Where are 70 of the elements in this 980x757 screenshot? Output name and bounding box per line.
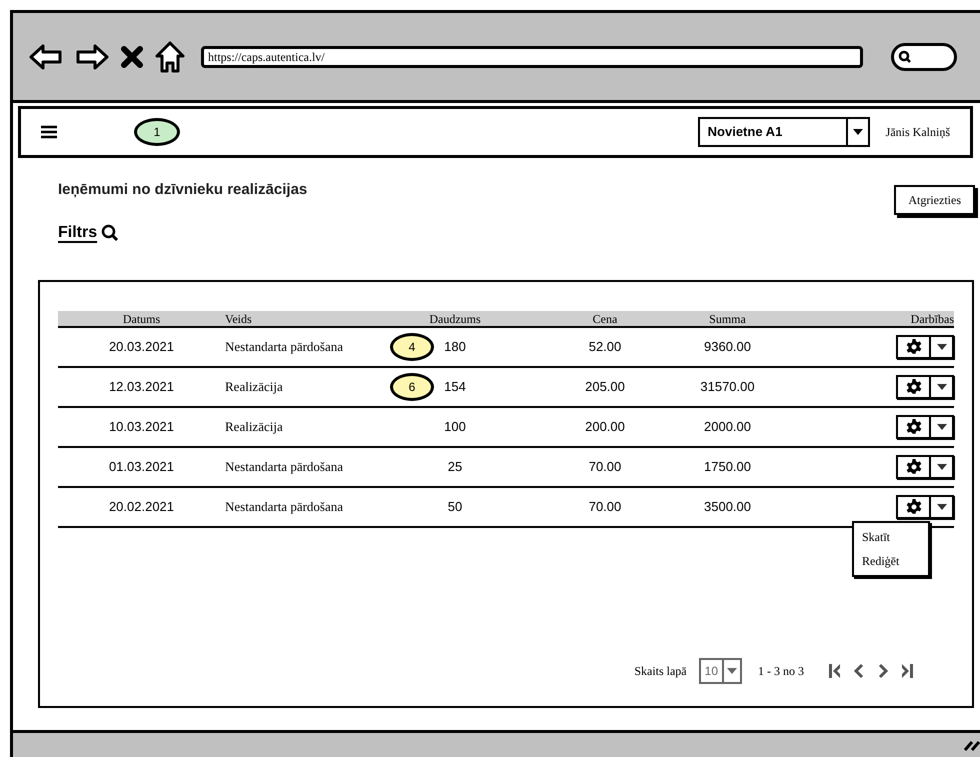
back-button[interactable]: Atgriezties xyxy=(894,185,975,215)
annotation-marker: 1 xyxy=(134,118,180,146)
table-cell: 180 xyxy=(444,338,466,354)
table-cell: 20.03.2021 xyxy=(108,338,174,354)
table-cell: 20.02.2021 xyxy=(108,498,174,514)
menu-item[interactable]: Skatīt xyxy=(854,526,928,546)
table-cell: 50 xyxy=(448,498,462,514)
table-cell: Realizācija xyxy=(225,378,283,394)
column-header: Daudzums xyxy=(429,312,481,326)
gear-icon xyxy=(906,418,922,434)
table-cell: 1750.00 xyxy=(704,458,751,474)
last-page-icon[interactable] xyxy=(902,662,914,678)
caret-icon xyxy=(936,464,946,470)
page-title: Ieņēmumi no dzīvnieku realizācijas xyxy=(58,180,308,200)
annotation-marker: 6 xyxy=(390,372,434,400)
table-cell: 100 xyxy=(444,418,466,434)
caret-icon xyxy=(852,129,863,135)
table-cell: 25 xyxy=(448,458,462,474)
table-cell: 10.03.2021 xyxy=(108,418,174,434)
previous-page-icon[interactable] xyxy=(854,662,864,678)
resize-grip-icon[interactable] xyxy=(963,738,980,752)
table-cell: 3500.00 xyxy=(704,498,751,514)
caret-icon xyxy=(727,668,737,674)
column-header: Darbības xyxy=(910,312,954,326)
table-cell: Nestandarta pārdošana xyxy=(225,338,344,354)
menu-icon[interactable] xyxy=(41,125,57,139)
gear-icon xyxy=(906,338,922,354)
filter-link[interactable]: Filtrs xyxy=(58,220,98,244)
next-page-icon[interactable] xyxy=(878,662,888,678)
table-cell: Realizācija xyxy=(225,418,283,434)
gear-icon xyxy=(906,378,922,394)
home-icon[interactable] xyxy=(155,40,185,72)
user-name: Jānis Kalniņš xyxy=(886,124,950,141)
table-cell: 70.00 xyxy=(588,498,622,514)
page-size-label: Skaits lapā xyxy=(634,662,687,680)
page-size-select[interactable]: 10 xyxy=(698,658,742,684)
close-icon[interactable] xyxy=(121,46,143,68)
column-header: Summa xyxy=(709,312,746,326)
table-cell: 9360.00 xyxy=(704,338,751,354)
page-range: 1 - 3 no 3 xyxy=(758,662,804,680)
table-cell: 2000.00 xyxy=(704,418,751,434)
search-icon xyxy=(898,50,912,64)
caret-icon xyxy=(936,384,946,390)
menu-item[interactable]: Rediģēt xyxy=(854,550,928,570)
table-cell: Nestandarta pārdošana xyxy=(225,498,344,514)
table-cell: 01.03.2021 xyxy=(108,458,174,474)
caret-icon xyxy=(936,424,946,430)
caret-icon xyxy=(936,344,946,350)
column-header: Cena xyxy=(592,312,618,326)
forward-arrow-icon[interactable] xyxy=(75,42,109,70)
table-cell: 52.00 xyxy=(588,338,622,354)
search-field[interactable] xyxy=(891,42,957,70)
annotation-marker: 4 xyxy=(390,332,434,360)
search-icon[interactable] xyxy=(101,224,120,242)
back-arrow-icon[interactable] xyxy=(29,42,63,70)
first-page-icon[interactable] xyxy=(828,662,840,678)
table-cell: 154 xyxy=(444,378,466,394)
gear-icon xyxy=(906,498,922,514)
gear-icon xyxy=(906,458,922,474)
table-cell: 70.00 xyxy=(588,458,622,474)
caret-icon xyxy=(936,504,946,510)
location-select[interactable]: Novietne A1 xyxy=(698,117,870,147)
table-cell: 31570.00 xyxy=(700,378,755,394)
address-bar[interactable]: https://caps.autentica.lv/ xyxy=(201,46,863,68)
column-header: Veids xyxy=(225,312,252,326)
table-cell: 12.03.2021 xyxy=(108,378,174,394)
column-header: Datums xyxy=(122,312,160,326)
table-cell: 205.00 xyxy=(585,378,625,394)
table-cell: Nestandarta pārdošana xyxy=(225,458,344,474)
table-cell: 200.00 xyxy=(585,418,625,434)
